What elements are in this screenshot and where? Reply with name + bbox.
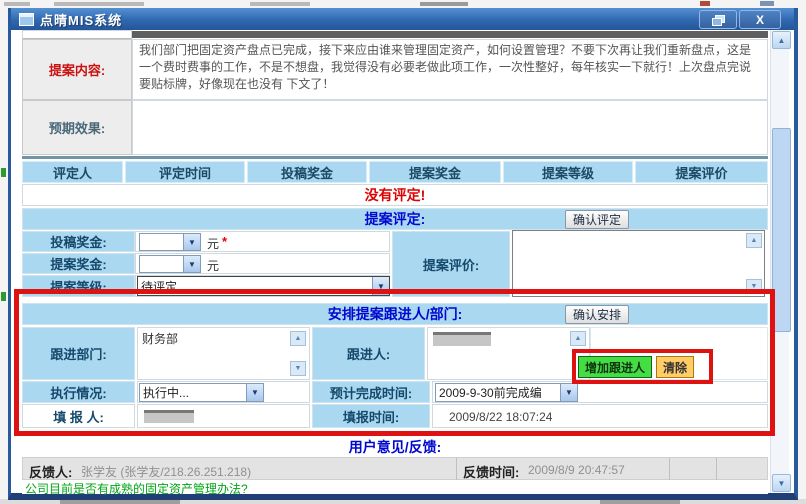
chevron-down-icon: ▼: [372, 277, 389, 295]
chevron-down-icon: ▼: [560, 384, 577, 401]
clipped-row: [22, 30, 132, 39]
redacted-name: [433, 332, 491, 346]
evaluation-section-bar: 提案评定:: [22, 208, 768, 230]
scroll-up-icon: ▲: [778, 36, 786, 45]
cell-divider: [669, 458, 670, 481]
cell-divider: [456, 458, 457, 481]
proposal-bonus-value: [140, 256, 183, 272]
exec-status-select[interactable]: 执行中... ▼: [139, 383, 264, 402]
scroll-down-button[interactable]: ▼: [772, 474, 791, 492]
scroll-down-icon: ▼: [778, 479, 786, 488]
background-artifact: [600, 500, 680, 504]
feedback-row: 反馈人: 张学友 (张学友/218.26.251.218) 反馈时间: 2009…: [22, 457, 768, 480]
background-artifact: [760, 1, 774, 6]
header-eval-time: 评定时间: [125, 161, 245, 183]
followup-dept-value: 财务部: [138, 328, 309, 349]
followup-person-listbox[interactable]: ▲: [427, 327, 590, 380]
background-artifact: [1, 168, 6, 177]
followup-dept-label: 跟进部门:: [22, 327, 135, 380]
proposal-comment-label: 提案评价:: [392, 231, 510, 297]
expected-effect-value: [132, 100, 768, 155]
fill-time-cell: 2009/8/22 18:07:24: [432, 404, 768, 428]
background-artifact: [420, 2, 468, 6]
close-icon: X: [756, 13, 764, 27]
followup-dept-listbox[interactable]: 财务部 ▲ ▼: [137, 327, 310, 380]
exec-status-value: 执行中...: [140, 384, 246, 401]
scroll-down-icon[interactable]: ▼: [290, 361, 306, 376]
close-button[interactable]: X: [739, 10, 781, 29]
header-proposal-comment: 提案评价: [635, 161, 768, 183]
window-title: 点晴MIS系统: [40, 10, 122, 29]
feedback-time-label: 反馈时间:: [463, 462, 519, 481]
scroll-down-icon[interactable]: ▼: [746, 279, 762, 294]
submission-bonus-select[interactable]: ▼: [139, 233, 201, 251]
scrollbar-thumb[interactable]: [772, 128, 791, 332]
followup-person-label: 跟进人:: [312, 327, 425, 380]
app-icon: [19, 13, 34, 26]
required-mark: *: [222, 234, 227, 249]
submission-bonus-unit: 元: [207, 235, 219, 252]
header-evaluator: 评定人: [22, 161, 123, 183]
page-background: 点晴MIS系统 X 提案内容: 我们部门把固定资产盘点已完成，接下来应由谁来管理…: [0, 0, 806, 504]
arrange-section-bar: 安排提案跟进人/部门:: [22, 303, 768, 325]
submission-bonus-label: 投稿奖金:: [22, 231, 135, 252]
feedback-question: 公司目前是否有成熟的固定资产管理办法?: [25, 480, 248, 497]
evaluation-section-title: 提案评定:: [365, 209, 426, 229]
header-proposal-bonus: 提案奖金: [369, 161, 501, 183]
eta-label: 预计完成时间:: [312, 381, 430, 403]
chevron-down-icon: ▼: [183, 234, 200, 250]
vertical-scrollbar[interactable]: ▲ ▼: [770, 30, 789, 493]
no-evaluation-message: 没有评定!: [22, 184, 768, 206]
redacted-name: [144, 410, 194, 423]
background-artifact: [54, 2, 144, 6]
filler-cell: [137, 404, 310, 428]
proposal-grade-label: 提案等级:: [22, 275, 135, 297]
proposal-grade-select[interactable]: 待评定 ▼: [137, 276, 390, 296]
restore-button[interactable]: [699, 10, 737, 29]
background-artifact: [4, 2, 30, 6]
chevron-down-icon: ▼: [183, 256, 200, 272]
eta-value: 2009-9-30前完成编: [436, 384, 560, 401]
feedback-time-value: 2009/8/9 20:47:57: [528, 463, 625, 477]
fill-time-label: 填报时间:: [312, 404, 430, 428]
eta-select[interactable]: 2009-9-30前完成编 ▼: [435, 383, 578, 402]
restore-window-icon: [712, 15, 724, 24]
filler-label: 填 报 人:: [22, 404, 135, 428]
feedback-section-title: 用户意见/反馈:: [22, 437, 768, 457]
expected-effect-label: 预期效果:: [22, 100, 132, 155]
scroll-up-icon[interactable]: ▲: [290, 331, 306, 346]
confirm-arrange-button[interactable]: 确认安排: [565, 305, 629, 324]
fill-time-value: 2009/8/22 18:07:24: [449, 410, 552, 424]
scroll-up-button[interactable]: ▲: [772, 31, 791, 49]
proposal-comment-textarea[interactable]: ▲ ▼: [512, 230, 765, 297]
header-submission-bonus: 投稿奖金: [247, 161, 367, 183]
background-artifact: [1, 292, 6, 301]
proposal-content-text: 我们部门把固定资产盘点已完成，接下来应由谁来管理固定资产，如何设置管理？不要下次…: [132, 39, 768, 100]
titlebar: 点晴MIS系统: [11, 8, 794, 30]
add-follower-button[interactable]: 增加跟进人: [578, 356, 652, 378]
submission-bonus-value: [140, 234, 183, 250]
background-artifact: [60, 500, 180, 504]
scroll-up-icon[interactable]: ▲: [570, 331, 586, 346]
proposal-bonus-select[interactable]: ▼: [139, 255, 201, 273]
feedback-question-row: 公司目前是否有成熟的固定资产管理办法?: [22, 480, 768, 494]
section-divider: [22, 156, 768, 159]
scroll-up-icon[interactable]: ▲: [746, 233, 762, 248]
proposal-bonus-unit: 元: [207, 257, 219, 274]
confirm-evaluation-button[interactable]: 确认评定: [565, 210, 629, 229]
background-artifact: [250, 2, 310, 6]
feedback-person-label: 反馈人:: [29, 462, 72, 481]
clipped-row-strip: [132, 31, 768, 38]
exec-status-label: 执行情况:: [22, 381, 135, 403]
proposal-grade-value: 待评定: [138, 277, 372, 295]
header-proposal-grade: 提案等级: [503, 161, 633, 183]
background-artifact: [700, 1, 710, 6]
chevron-down-icon: ▼: [246, 384, 263, 401]
clear-button[interactable]: 清除: [656, 356, 694, 378]
proposal-content-label: 提案内容:: [22, 39, 132, 100]
cell-divider: [716, 458, 717, 481]
feedback-person-value: 张学友 (张学友/218.26.251.218): [81, 463, 251, 480]
arrange-section-title: 安排提案跟进人/部门:: [328, 304, 463, 324]
proposal-bonus-label: 提案奖金:: [22, 253, 135, 274]
